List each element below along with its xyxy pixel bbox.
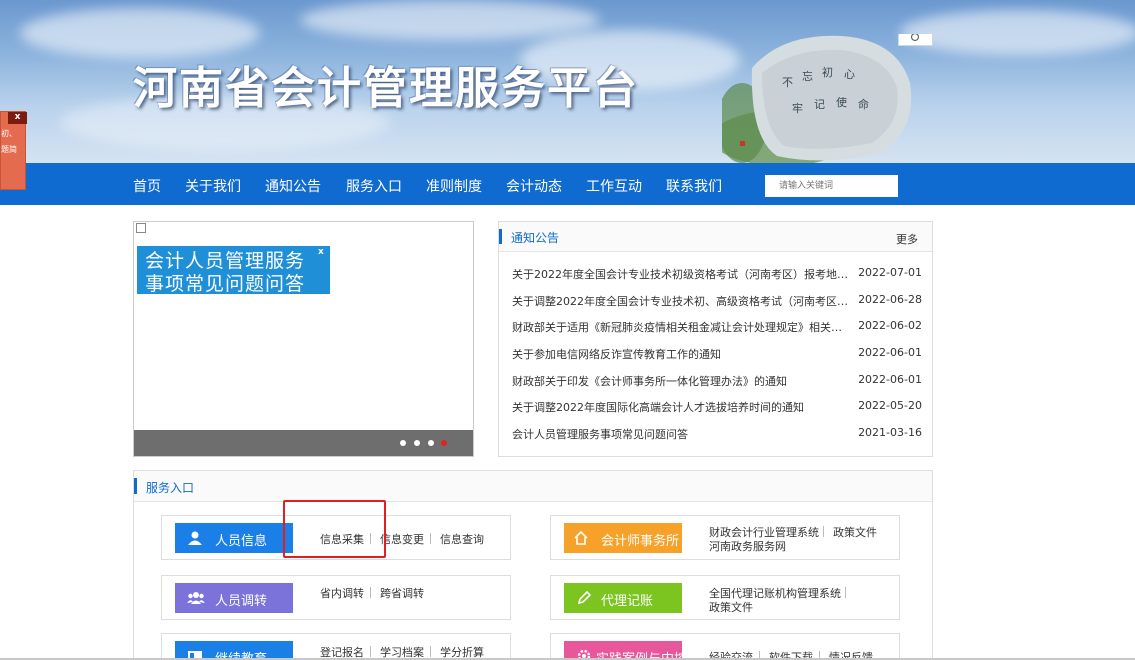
link-separator — [370, 646, 371, 657]
nav-item-notices[interactable]: 通知公告 — [265, 176, 321, 196]
service-panel-title: 服务入口 — [146, 481, 195, 495]
notice-item-date: 2022-07-01 — [858, 266, 922, 279]
link-in-province-transfer[interactable]: 省内调转 — [320, 585, 364, 601]
notice-item-date: 2022-06-02 — [858, 319, 922, 332]
inscribed-rock-image: 不 忘 初 心 牢 记 使 命 — [722, 35, 912, 163]
carousel-checkbox[interactable] — [136, 223, 146, 233]
slide-caption-line-2: 事项常见问题问答 — [145, 273, 306, 294]
notice-item-title[interactable]: 关于调整2022年度国际化高端会计人才选拔培养时间的通知 — [512, 399, 848, 415]
notice-item: 会计人员管理服务事项常见问题问答 2021-03-16 — [512, 426, 922, 444]
notice-item-title[interactable]: 关于2022年度全国会计专业技术初级资格考试（河南考区）报考地点... — [512, 266, 848, 282]
service-box-continuing-education: 继续教育 登记报名 学习档案 学分折算 — [161, 633, 511, 660]
notice-item-title[interactable]: 财政部关于印发《会计师事务所一体化管理办法》的通知 — [512, 373, 848, 389]
personnel-transfer-label: 人员调转 — [215, 594, 268, 609]
nav-item-home[interactable]: 首页 — [133, 176, 161, 196]
service-box-personnel-transfer: 人员调转 省内调转 跨省调转 — [161, 575, 511, 620]
personnel-info-button[interactable]: 人员信息 — [175, 523, 293, 553]
notice-item-date: 2021-03-16 — [858, 426, 922, 439]
svg-text:忘: 忘 — [802, 69, 813, 83]
notice-item-title[interactable]: 关于参加电信网络反诈宣传教育工作的通知 — [512, 346, 848, 362]
notice-item: 关于调整2022年度国际化高端会计人才选拔培养时间的通知 2022-05-20 — [512, 399, 922, 417]
link-henan-gov-service[interactable]: 河南政务服务网 — [709, 538, 786, 554]
notice-item: 财政部关于印发《会计师事务所一体化管理办法》的通知 2022-06-01 — [512, 373, 922, 391]
svg-text:命: 命 — [858, 97, 869, 111]
page: 河南省会计管理服务平台 不 忘 初 心 牢 记 使 命 首页 关于我们 通知公告… — [0, 0, 1135, 660]
notice-item-date: 2022-05-20 — [858, 399, 922, 412]
link-separator — [430, 533, 431, 544]
slide-close-icon[interactable]: x — [318, 247, 324, 257]
float-ad-text-1: 初、 — [1, 129, 17, 138]
service-box-practice-cases: 实践案例与内控 经验交流 软件下载 情况反馈 — [550, 633, 900, 660]
svg-text:心: 心 — [844, 68, 855, 81]
notice-item-date: 2022-06-01 — [858, 346, 922, 359]
header-banner: 河南省会计管理服务平台 不 忘 初 心 牢 记 使 命 — [0, 0, 1135, 163]
notice-item-date: 2022-06-28 — [858, 293, 922, 306]
svg-text:不: 不 — [782, 76, 793, 89]
carousel-dot-4[interactable] — [441, 440, 447, 446]
link-cross-province-transfer[interactable]: 跨省调转 — [380, 585, 424, 601]
search-button[interactable] — [898, 34, 933, 46]
nav-item-interaction[interactable]: 工作互动 — [586, 176, 642, 196]
service-entry-panel: 服务入口 人员信息 信息采集 信息变更 信息查询 会计师事务所 财政会计行业管理… — [133, 470, 933, 660]
float-ad-close-button[interactable]: x — [8, 112, 27, 124]
link-separator — [845, 587, 846, 598]
link-policy-docs-2[interactable]: 政策文件 — [709, 599, 753, 615]
service-panel-header: 服务入口 — [134, 471, 932, 502]
float-ad-text-2: 题简 — [1, 145, 17, 154]
link-info-query[interactable]: 信息查询 — [440, 531, 484, 547]
carousel-dot-3[interactable] — [428, 440, 434, 446]
svg-text:记: 记 — [814, 98, 825, 111]
notice-panel: 通知公告 更多 关于2022年度全国会计专业技术初级资格考试（河南考区）报考地点… — [498, 221, 933, 457]
bookkeeping-agency-label: 代理记账 — [601, 594, 654, 609]
site-title: 河南省会计管理服务平台 — [133, 63, 639, 114]
notice-item: 关于2022年度全国会计专业技术初级资格考试（河南考区）报考地点... 2022… — [512, 266, 922, 284]
image-carousel: 会计人员管理服务 事项常见问题问答 x — [133, 221, 474, 457]
link-info-change[interactable]: 信息变更 — [380, 531, 424, 547]
svg-text:牢: 牢 — [792, 101, 803, 115]
nav-item-contact[interactable]: 联系我们 — [666, 176, 722, 196]
service-box-accounting-firm: 会计师事务所 财政会计行业管理系统 政策文件 河南政务服务网 — [550, 515, 900, 560]
notice-item: 关于参加电信网络反诈宣传教育工作的通知 2022-06-01 — [512, 346, 922, 364]
accounting-firm-button[interactable]: 会计师事务所 — [564, 523, 682, 553]
svg-text:初: 初 — [822, 65, 833, 79]
search-icon — [910, 34, 920, 42]
notice-item-title[interactable]: 财政部关于适用《新冠肺炎疫情相关租金减让会计处理规定》相关问... — [512, 319, 848, 335]
section-marker — [134, 478, 137, 494]
bookkeeping-agency-button[interactable]: 代理记账 — [564, 583, 682, 613]
link-policy-docs[interactable]: 政策文件 — [833, 524, 877, 540]
nav-item-news[interactable]: 会计动态 — [506, 176, 562, 196]
notice-item-date: 2022-06-01 — [858, 373, 922, 386]
notice-item: 关于调整2022年度全国会计专业技术初、高级资格考试（河南考区）... 2022… — [512, 293, 922, 311]
group-icon — [187, 592, 205, 604]
main-nav: 首页 关于我们 通知公告 服务入口 准则制度 会计动态 工作互动 联系我们 — [0, 163, 1135, 205]
notice-item: 财政部关于适用《新冠肺炎疫情相关租金减让会计处理规定》相关问... 2022-0… — [512, 319, 922, 337]
section-marker — [499, 229, 502, 244]
highlight-annotation-box — [283, 500, 386, 558]
pen-icon — [577, 590, 592, 605]
link-separator — [370, 587, 371, 598]
nav-item-standards[interactable]: 准则制度 — [426, 176, 482, 196]
link-separator — [430, 646, 431, 657]
carousel-slide[interactable]: 会计人员管理服务 事项常见问题问答 x — [137, 246, 330, 294]
notice-item-title[interactable]: 关于调整2022年度全国会计专业技术初、高级资格考试（河南考区）... — [512, 293, 848, 309]
notice-panel-title: 通知公告 — [511, 231, 560, 245]
floating-ad[interactable]: x 初、 题简 — [0, 111, 27, 190]
svg-text:使: 使 — [836, 96, 847, 109]
carousel-dot-2[interactable] — [414, 440, 420, 446]
notice-panel-header: 通知公告 更多 — [499, 222, 932, 252]
notice-more-link[interactable]: 更多 — [896, 231, 918, 247]
service-box-bookkeeping-agency: 代理记账 全国代理记账机构管理系统 政策文件 — [550, 575, 900, 620]
personnel-info-label: 人员信息 — [215, 534, 268, 549]
person-icon — [188, 531, 202, 545]
nav-item-about[interactable]: 关于我们 — [185, 176, 241, 196]
notice-item-title[interactable]: 会计人员管理服务事项常见问题问答 — [512, 426, 848, 442]
carousel-dot-1[interactable] — [400, 440, 406, 446]
link-separator — [823, 526, 824, 537]
home-icon — [574, 530, 588, 545]
search-input[interactable] — [765, 175, 898, 197]
personnel-transfer-button[interactable]: 人员调转 — [175, 583, 293, 613]
accounting-firm-label: 会计师事务所 — [601, 534, 680, 549]
nav-item-services[interactable]: 服务入口 — [346, 176, 402, 196]
carousel-control-bar — [134, 430, 473, 456]
